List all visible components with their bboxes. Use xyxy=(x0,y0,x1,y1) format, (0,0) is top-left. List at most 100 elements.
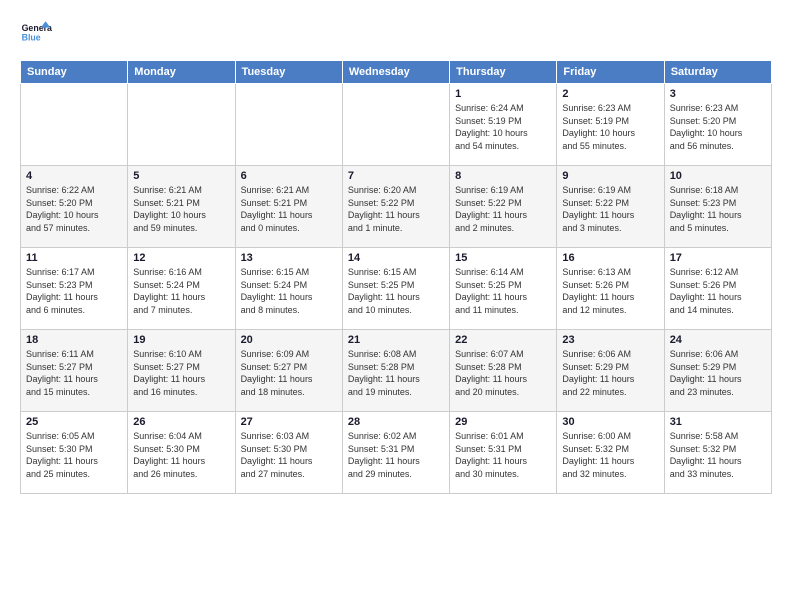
day-info: Sunrise: 6:06 AM Sunset: 5:29 PM Dayligh… xyxy=(670,348,766,398)
day-info: Sunrise: 5:58 AM Sunset: 5:32 PM Dayligh… xyxy=(670,430,766,480)
weekday-tuesday: Tuesday xyxy=(235,61,342,84)
day-cell: 18Sunrise: 6:11 AM Sunset: 5:27 PM Dayli… xyxy=(21,330,128,412)
page: General Blue SundayMondayTuesdayWednesda… xyxy=(0,0,792,612)
day-info: Sunrise: 6:10 AM Sunset: 5:27 PM Dayligh… xyxy=(133,348,229,398)
week-row-4: 18Sunrise: 6:11 AM Sunset: 5:27 PM Dayli… xyxy=(21,330,772,412)
day-cell: 12 Sunrise: 6:16 AM Sunset: 5:24 PM Dayli… xyxy=(128,248,235,330)
day-cell: 25 Sunrise: 6:05 AM Sunset: 5:30 PM Dayli… xyxy=(21,412,128,494)
day-cell: 13 Sunrise: 6:15 AM Sunset: 5:24 PM Dayli… xyxy=(235,248,342,330)
day-number: 10 xyxy=(670,170,766,182)
day-number: 4 xyxy=(26,170,122,182)
day-info: Sunrise: 6:15 AM Sunset: 5:25 PM Dayligh… xyxy=(348,266,444,316)
day-info: Sunrise: 6:02 AM Sunset: 5:31 PM Dayligh… xyxy=(348,430,444,480)
day-info: Sunrise: 6:15 AM Sunset: 5:24 PM Dayligh… xyxy=(241,266,337,316)
day-info: Sunrise: 6:21 AM Sunset: 5:21 PM Dayligh… xyxy=(241,184,337,234)
day-info: Sunrise: 6:19 AM Sunset: 5:22 PM Dayligh… xyxy=(562,184,658,234)
day-info: Sunrise: 6:12 AM Sunset: 5:26 PM Dayligh… xyxy=(670,266,766,316)
day-cell: 24 Sunrise: 6:06 AM Sunset: 5:29 PM Dayli… xyxy=(664,330,771,412)
day-cell: 27Sunrise: 6:03 AM Sunset: 5:30 PM Dayli… xyxy=(235,412,342,494)
weekday-sunday: Sunday xyxy=(21,61,128,84)
day-info: Sunrise: 6:04 AM Sunset: 5:30 PM Dayligh… xyxy=(133,430,229,480)
day-cell: 9 Sunrise: 6:19 AM Sunset: 5:22 PM Daylig… xyxy=(557,166,664,248)
day-number: 6 xyxy=(241,170,337,182)
day-number: 11 xyxy=(26,252,122,264)
svg-text:Blue: Blue xyxy=(22,32,41,42)
day-cell: 23 Sunrise: 6:06 AM Sunset: 5:29 PM Dayli… xyxy=(557,330,664,412)
weekday-thursday: Thursday xyxy=(450,61,557,84)
day-info: Sunrise: 6:23 AM Sunset: 5:19 PM Dayligh… xyxy=(562,102,658,152)
day-cell xyxy=(235,84,342,166)
day-number: 14 xyxy=(348,252,444,264)
logo: General Blue xyxy=(20,18,52,50)
day-number: 27 xyxy=(241,416,337,428)
day-info: Sunrise: 6:23 AM Sunset: 5:20 PM Dayligh… xyxy=(670,102,766,152)
day-number: 17 xyxy=(670,252,766,264)
day-info: Sunrise: 6:22 AM Sunset: 5:20 PM Dayligh… xyxy=(26,184,122,234)
day-cell: 4 Sunrise: 6:22 AM Sunset: 5:20 PM Daylig… xyxy=(21,166,128,248)
day-info: Sunrise: 6:05 AM Sunset: 5:30 PM Dayligh… xyxy=(26,430,122,480)
day-info: Sunrise: 6:19 AM Sunset: 5:22 PM Dayligh… xyxy=(455,184,551,234)
day-cell: 6 Sunrise: 6:21 AM Sunset: 5:21 PM Daylig… xyxy=(235,166,342,248)
day-info: Sunrise: 6:21 AM Sunset: 5:21 PM Dayligh… xyxy=(133,184,229,234)
day-cell: 16 Sunrise: 6:13 AM Sunset: 5:26 PM Dayli… xyxy=(557,248,664,330)
day-info: Sunrise: 6:09 AM Sunset: 5:27 PM Dayligh… xyxy=(241,348,337,398)
day-cell: 8 Sunrise: 6:19 AM Sunset: 5:22 PM Daylig… xyxy=(450,166,557,248)
day-number: 2 xyxy=(562,88,658,100)
day-cell: 20Sunrise: 6:09 AM Sunset: 5:27 PM Dayli… xyxy=(235,330,342,412)
day-number: 15 xyxy=(455,252,551,264)
day-info: Sunrise: 6:14 AM Sunset: 5:25 PM Dayligh… xyxy=(455,266,551,316)
header: General Blue xyxy=(20,18,772,50)
day-number: 30 xyxy=(562,416,658,428)
day-cell xyxy=(21,84,128,166)
day-info: Sunrise: 6:01 AM Sunset: 5:31 PM Dayligh… xyxy=(455,430,551,480)
day-number: 23 xyxy=(562,334,658,346)
day-cell: 10 Sunrise: 6:18 AM Sunset: 5:23 PM Dayli… xyxy=(664,166,771,248)
weekday-header-row: SundayMondayTuesdayWednesdayThursdayFrid… xyxy=(21,61,772,84)
day-info: Sunrise: 6:00 AM Sunset: 5:32 PM Dayligh… xyxy=(562,430,658,480)
day-number: 5 xyxy=(133,170,229,182)
day-number: 25 xyxy=(26,416,122,428)
day-number: 24 xyxy=(670,334,766,346)
day-number: 9 xyxy=(562,170,658,182)
day-cell: 21 Sunrise: 6:08 AM Sunset: 5:28 PM Dayli… xyxy=(342,330,449,412)
day-cell: 31Sunrise: 5:58 AM Sunset: 5:32 PM Dayli… xyxy=(664,412,771,494)
day-number: 28 xyxy=(348,416,444,428)
week-row-2: 4 Sunrise: 6:22 AM Sunset: 5:20 PM Daylig… xyxy=(21,166,772,248)
day-cell: 17 Sunrise: 6:12 AM Sunset: 5:26 PM Dayli… xyxy=(664,248,771,330)
day-info: Sunrise: 6:16 AM Sunset: 5:24 PM Dayligh… xyxy=(133,266,229,316)
day-number: 12 xyxy=(133,252,229,264)
day-number: 3 xyxy=(670,88,766,100)
day-cell: 26 Sunrise: 6:04 AM Sunset: 5:30 PM Dayli… xyxy=(128,412,235,494)
weekday-saturday: Saturday xyxy=(664,61,771,84)
day-info: Sunrise: 6:06 AM Sunset: 5:29 PM Dayligh… xyxy=(562,348,658,398)
day-info: Sunrise: 6:20 AM Sunset: 5:22 PM Dayligh… xyxy=(348,184,444,234)
day-info: Sunrise: 6:08 AM Sunset: 5:28 PM Dayligh… xyxy=(348,348,444,398)
day-cell: 3 Sunrise: 6:23 AM Sunset: 5:20 PM Daylig… xyxy=(664,84,771,166)
day-info: Sunrise: 6:18 AM Sunset: 5:23 PM Dayligh… xyxy=(670,184,766,234)
day-number: 26 xyxy=(133,416,229,428)
day-cell: 7Sunrise: 6:20 AM Sunset: 5:22 PM Daylig… xyxy=(342,166,449,248)
day-number: 13 xyxy=(241,252,337,264)
day-cell: 2 Sunrise: 6:23 AM Sunset: 5:19 PM Daylig… xyxy=(557,84,664,166)
day-info: Sunrise: 6:13 AM Sunset: 5:26 PM Dayligh… xyxy=(562,266,658,316)
day-number: 8 xyxy=(455,170,551,182)
week-row-5: 25 Sunrise: 6:05 AM Sunset: 5:30 PM Dayli… xyxy=(21,412,772,494)
day-cell: 22Sunrise: 6:07 AM Sunset: 5:28 PM Dayli… xyxy=(450,330,557,412)
day-cell xyxy=(342,84,449,166)
day-number: 22 xyxy=(455,334,551,346)
day-cell: 1Sunrise: 6:24 AM Sunset: 5:19 PM Daylig… xyxy=(450,84,557,166)
day-cell: 28 Sunrise: 6:02 AM Sunset: 5:31 PM Dayli… xyxy=(342,412,449,494)
day-cell: 15 Sunrise: 6:14 AM Sunset: 5:25 PM Dayli… xyxy=(450,248,557,330)
day-info: Sunrise: 6:17 AM Sunset: 5:23 PM Dayligh… xyxy=(26,266,122,316)
day-number: 21 xyxy=(348,334,444,346)
week-row-3: 11 Sunrise: 6:17 AM Sunset: 5:23 PM Dayli… xyxy=(21,248,772,330)
day-cell: 19 Sunrise: 6:10 AM Sunset: 5:27 PM Dayli… xyxy=(128,330,235,412)
day-info: Sunrise: 6:11 AM Sunset: 5:27 PM Dayligh… xyxy=(26,348,122,398)
day-cell xyxy=(128,84,235,166)
day-number: 16 xyxy=(562,252,658,264)
weekday-monday: Monday xyxy=(128,61,235,84)
day-number: 1 xyxy=(455,88,551,100)
week-row-1: 1Sunrise: 6:24 AM Sunset: 5:19 PM Daylig… xyxy=(21,84,772,166)
weekday-wednesday: Wednesday xyxy=(342,61,449,84)
day-number: 19 xyxy=(133,334,229,346)
